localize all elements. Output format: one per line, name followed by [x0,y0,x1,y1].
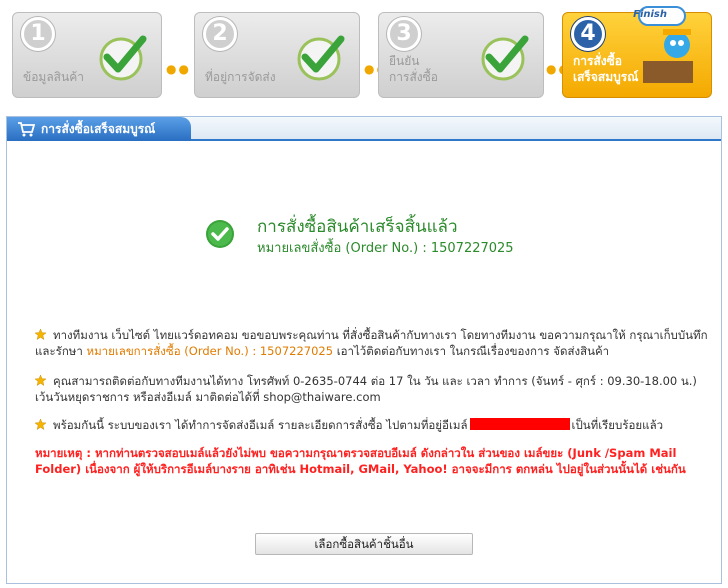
step-label: ข้อมูลสินค้า [23,70,84,84]
success-title: การสั่งซื้อสินค้าเสร็จสิ้นแล้ว [257,217,458,237]
step-label: ที่อยู่การจัดส่ง [205,70,276,84]
note-text: คุณสามารถติดต่อกับทางทีมงานได้ทาง โทรศัพ… [35,374,697,404]
star-bullet-icon [35,329,46,340]
order-complete-panel: การสั่งซื้อเสร็จสมบูรณ์ การสั่งซื้อสินค้… [6,116,722,584]
step-connector: ●● [166,62,191,76]
checkmark-icon [481,35,529,81]
continue-shopping-button[interactable]: เลือกซื้อสินค้าชิ้นอื่น [255,533,473,555]
step-number: 2 [203,17,237,51]
order-number-highlight: หมายเลขการสั่งซื้อ (Order No.) : 1507227… [86,344,334,358]
note-text: เป็นที่เรียบร้อยแล้ว [571,418,664,432]
order-number-label: หมายเลขสั่งซื้อ (Order No.) : [257,241,427,256]
note-keep-order-number: ทางทีมงาน เว็บไซต์ ไทยแวร์ดอทคอม ขอขอบพร… [35,327,715,359]
step-shipping-address: 2 ที่อยู่การจัดส่ง [194,12,360,98]
checkout-steps: 1 ข้อมูลสินค้า ●● 2 ที่อยู่การจัดส่ง ●● … [0,0,728,104]
step-product-info: 1 ข้อมูลสินค้า [12,12,162,98]
step-number: 3 [387,17,421,51]
checkmark-icon [99,35,147,81]
star-bullet-icon [35,419,46,430]
spam-folder-warning: หมายเหตุ : หากท่านตรวจสอบเมล์แล้วยังไม่พ… [35,446,686,476]
redacted-email [469,418,570,430]
shopping-cart-icon [18,122,35,137]
success-check-icon [206,220,234,248]
finish-badge: Finish [633,9,667,20]
step-number: 4 [571,17,605,51]
note-text: พร้อมกันนี้ ระบบของเรา ได้ทำการจัดส่งอีเ… [53,418,468,432]
panel-header: การสั่งซื้อเสร็จสมบูรณ์ [7,117,721,141]
tab-order-complete: การสั่งซื้อเสร็จสมบูรณ์ [7,117,191,141]
note-text: เอาไว้ติดต่อกับทางเรา ในกรณีเรื่องของการ… [336,344,610,358]
star-bullet-icon [35,375,46,386]
step-number: 1 [21,17,55,51]
step-confirm-order: 3 ยืนยัน การสั่งซื้อ [378,12,544,98]
order-number-value: 1507227025 [430,241,514,256]
success-message: การสั่งซื้อสินค้าเสร็จสิ้นแล้ว หมายเลขสั… [205,213,625,263]
step-label: ยืนยัน การสั่งซื้อ [389,54,438,84]
tab-label: การสั่งซื้อเสร็จสมบูรณ์ [41,122,156,136]
step-order-complete: 4 การสั่งซื้อ เสร็จสมบูรณ์ Finish [562,6,712,98]
note-contact-info: คุณสามารถติดต่อกับทางทีมงานได้ทาง โทรศัพ… [35,373,715,405]
note-email-sent: พร้อมกันนี้ ระบบของเรา ได้ทำการจัดส่งอีเ… [35,417,715,433]
checkmark-icon [297,35,345,81]
order-number-line: หมายเลขสั่งซื้อ (Order No.) : 1507227025 [257,237,514,258]
